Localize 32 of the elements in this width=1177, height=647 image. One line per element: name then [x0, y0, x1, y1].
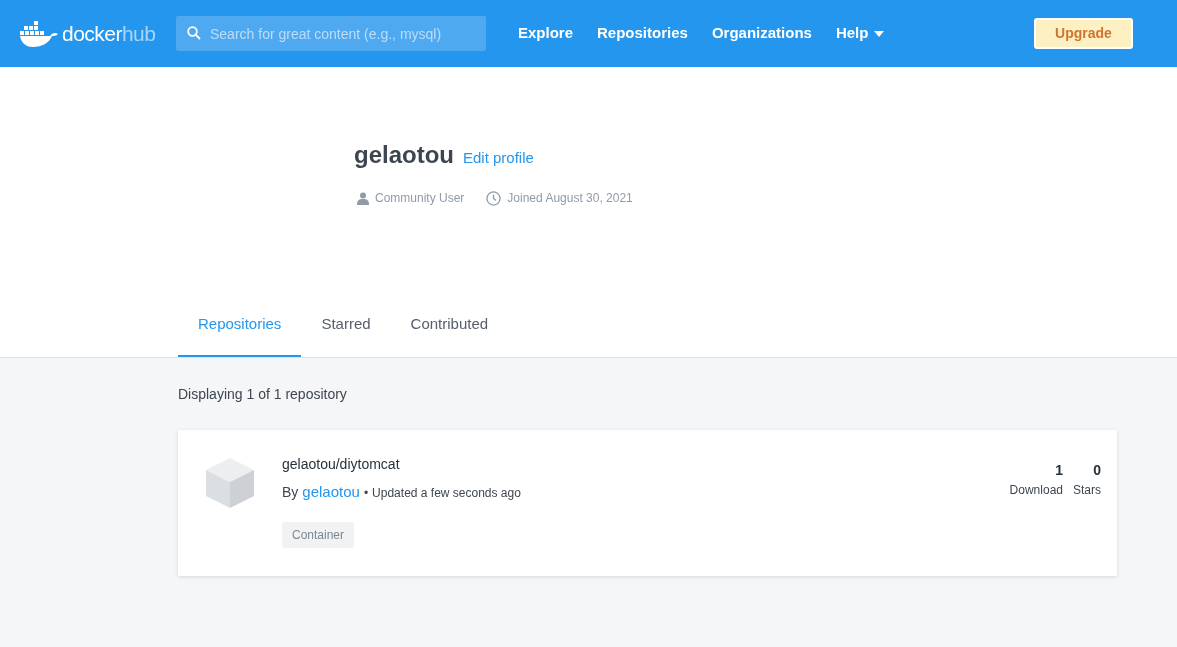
- stat-label: Stars: [1073, 482, 1101, 499]
- profile-meta-text: Community User: [375, 190, 465, 207]
- caret-icon: [874, 30, 885, 37]
- search-icon: [187, 26, 201, 40]
- upgrade-button[interactable]: Upgrade: [1034, 18, 1133, 49]
- user-icon: [357, 191, 369, 205]
- clock-icon: [486, 190, 502, 206]
- updated-text: Updated a few seconds ago: [372, 485, 521, 502]
- nav-link[interactable]: Repositories: [597, 22, 688, 45]
- nav-link[interactable]: Explore: [518, 22, 574, 45]
- stat-label: Download: [1009, 482, 1063, 499]
- separator-dot: •: [363, 485, 369, 502]
- repository-card[interactable]: gelaotou/diytomcat By gelaotou • Updated a few seconds ago Container 1 Download 0 Stars: [178, 430, 1117, 576]
- cube-icon: [206, 458, 254, 508]
- profile-meta-text: Joined August 30, 2021: [507, 190, 633, 207]
- stat-value: 1: [1055, 461, 1063, 480]
- nav-link[interactable]: Help: [835, 22, 885, 45]
- username-heading: gelaotou: [354, 140, 454, 170]
- edit-profile-link[interactable]: Edit profile: [463, 147, 534, 170]
- search-field[interactable]: Search for great content (e.g., mysql): [176, 16, 486, 51]
- profile-tab[interactable]: Contributed: [390, 295, 509, 357]
- results-summary: Displaying 1 of 1 repository: [178, 385, 348, 404]
- owner-link[interactable]: gelaotou: [302, 481, 360, 504]
- profile-tab[interactable]: Starred: [301, 295, 391, 357]
- profile-tab[interactable]: Repositories: [178, 295, 302, 357]
- repository-name[interactable]: gelaotou/diytomcat: [282, 454, 521, 475]
- by-label: By: [282, 483, 299, 502]
- whale-logo-icon: [20, 20, 58, 47]
- container-tag: Container: [282, 521, 355, 548]
- logo-text: dockerhub: [62, 20, 156, 47]
- nav-link[interactable]: Organizations: [711, 22, 812, 45]
- stat-value: 0: [1093, 461, 1101, 480]
